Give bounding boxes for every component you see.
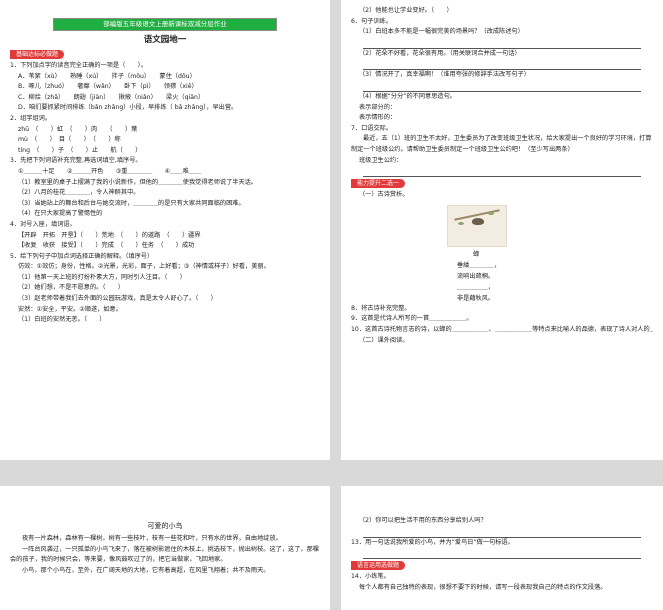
worksheet-page-3: 可爱的小鸟 夜有一片森林，森林有一棵树，树有一些枝叶，枝有一些花和叶，只有水的世… [0,486,330,610]
question-line: 班级卫生公约： [359,156,403,164]
question-line: （3）赵老师带着我们去外面的公园玩游戏，真是太令人舒心了。（ ） [18,295,217,303]
question-list: 1．下列加点字的读音完全正确的一项是（ ）。 A．苇絮（xù） 熟睡（xú） 拌子… [10,61,320,326]
poem-body: 蝉 垂緌＿＿＿＿， 流响出疏桐。 ＿＿＿＿＿， 非是藉秋风。 [351,249,653,304]
question-line: （1）他第一天上班的打扮朴素大方，同时引人注目。（ ） [18,273,186,281]
question-line: （4）在只大家提高了警惕性的 [18,210,103,218]
answer-line[interactable] [363,81,641,92]
question-list-c: （3）情况开了，真幸福啊！（谁用夸张的修辞手法改写句子） [351,70,653,81]
section-tag-language: 语言运用选做题 [351,561,406,571]
question-line: （2）他能也让学业变好。（ ） [359,7,453,14]
question-line: 14．小练笔。 [351,573,390,581]
cicada-figure [472,217,484,225]
question-line: ①＿＿＿十足 ②＿＿＿开色 ③重＿＿＿＿ ④＿＿难＿＿ [18,167,202,175]
question-line: 5．给下列句子中加点词选择正确的解释。（填序号） [10,252,154,260]
question-line: （4）根据“分分”的不同意思造句。 [359,92,456,100]
question-line: （3）情况开了，真幸福啊！（谁用夸张的修辞手法改写句子） [359,71,530,79]
question-line: 3．先把下列词语补充完整,再选词填空,填序号。 [10,157,142,165]
question-list-d: （4）根据“分分”的不同意思造句。 表示部分的： 表示情形的： 7．口语交际。最近，五… [351,92,653,166]
question-line: mù （ ） 目（ ） （ ）称 [18,136,121,144]
worksheet-page-1: 部编版五年级语文上册新课标双减分层作业 语文园地一 基础达标必做题 1．下列加点… [0,0,330,460]
question-line: 7．口语交际。 [351,124,393,132]
question-line: （1）白班的安然无恙。（ ） [18,316,106,324]
question-line: 10．这首古诗托物言志的诗，以蝉的＿＿＿＿＿＿、＿＿＿＿＿＿等特点来比喻人的品德… [351,325,653,333]
page-title: 语文园地一 [143,35,187,45]
question-line: （二）课外阅读。 [359,336,409,344]
answer-line[interactable] [363,59,641,71]
poem-line: 垂緌＿＿＿＿， [457,261,501,269]
question-list-a: （2）你可以把生活不用的东西分享给别人吗？ [351,516,653,527]
question-line: 表示情形的： [359,114,397,122]
section-tag-advanced: 能力提升二选一 [351,179,406,189]
passage-paragraph: 夜有一片森林，森林有一棵树，树有一些枝叶，枝有一些花和叶，只有水的世界，自由地绽… [22,535,282,542]
question-line: 2．组字组词。 [10,114,52,122]
question-line: C．柳烩（zhǎ） 朗翅（jiàn） 揪掖（niǎn） 梁火（qiān） [18,93,205,101]
passage-paragraph: 一阵台风袭过，一只孤单的小鸟飞来了，落在被树影遮住的木枝上，挑选枝下，抛出树枝。… [10,545,319,564]
poem-line: ＿＿＿＿＿， [457,283,495,291]
question-line: 4．对号入座，填词语。 [10,220,76,228]
question-list-e: 8．将古诗补充完整。 9．这首是代诗人所写的一首＿＿＿＿＿＿。 10．这首古诗托物言… [351,304,653,346]
question-line: （2）花朵不好看，花朵很有用。（用关联词合并成一句话） [359,49,521,57]
question-line: 【收复 收获 接受】（ ）完成 （ ）任务 （ ）成功 [18,242,195,250]
question-line: 13．用一句话说我所爱的小鸟，并为“爱鸟日”做一句标语。 [351,538,514,546]
question-line: tíng （ ）子 （ ）止 航（ ） [18,146,142,154]
passage-body: 夜有一片森林，森林有一棵树，树有一些枝叶，枝有一些花和叶，只有水的世界，自由地绽… [10,534,320,576]
worksheet-page-4: （2）你可以把生活不用的东西分享给别人吗？ 13．用一句话说我所爱的小鸟，并为“… [341,486,663,610]
prompt-paragraph: 最近，五（1）班的卫生不太好，卫生委员为了改变班级卫生状况，给大家提出一个良好的… [351,135,652,153]
poem-line: 非是藉秋风。 [457,294,495,302]
answer-line[interactable] [363,527,641,538]
answer-line[interactable] [363,548,641,560]
question-list-b: （2）花朵不好看，花朵很有用。（用关联词合并成一句话） [351,49,653,60]
poem-line: 流响出疏桐。 [457,272,495,280]
answer-line[interactable] [363,166,641,178]
question-line: （3）当她站上的舞台和后台与她交流时，＿＿＿＿的是只有大家共同面临的困难。 [18,199,245,207]
question-list-a: （2）他能也让学业变好。（ ） 6．句子训练。 （1）白班本多不能是一幅很完美的场景… [351,6,653,38]
section-tag-basic: 基础达标必做题 [10,50,65,59]
question-line: D．咱们要抓紧时间排练（bǎn zhǎng）小段，早排练（ bǎ zhǎng），… [18,104,238,112]
worksheet-page-2: （2）他能也让学业变好。（ ） 6．句子训练。 （1）白班本多不能是一幅很完美的场景… [341,0,663,460]
poem-lines: 垂緌＿＿＿＿， 流响出疏桐。 ＿＿＿＿＿， 非是藉秋风。 [457,260,653,304]
poem-illustration [447,204,507,247]
question-line: （2）她们想，不是不愿意的。（ ） [18,284,125,292]
subsection-heading: （一）古诗赏析。 [359,191,409,199]
question-list-c: 14．小练笔。每个人都有自己独特的表现，很想不要下的时候，请写一段表现我自己的特… [351,572,653,593]
question-line: 1．下列加点字的读音完全正确的一项是（ ）。 [10,62,147,69]
question-line: zhū （ ）虹 （ ）肉 （ ）葉 [18,125,138,133]
question-line: B．啄儿（zhuó） 奢靡（wǎn） 卧下（pì） 领襟（xiě） [18,83,198,91]
question-line: 仿效：①效仿；身份，性格。②光景，光彩，面子，上好看；③（神情或样子）好看，美丽… [18,263,270,271]
leaf-shape [458,221,464,225]
poem-title: 蝉 [473,250,480,258]
question-line: 每个人都有自己独特的表现，很想不要下的时候，请写一段表现我自己的特点的作文段落。 [359,583,607,591]
question-line: （2）你可以把生活不用的东西分享给别人吗？ [359,517,487,524]
question-line: 9．这首是代诗人所写的一首＿＿＿＿＿＿。 [351,315,473,323]
question-line: （1）教室里的桌子上摆满了我的小说新作，但他的＿＿＿＿使我觉得老师说了半天话。 [18,178,258,186]
question-line: （1）白班本多不能是一幅很完美的场景吗？（改成陈述句） [359,28,524,36]
question-line: 【开辟 开拓 开垦】（ ）荒地 （ ）的道路 （ ）疆界 [18,231,201,239]
question-line: 8．将古诗补充完整。 [351,304,411,312]
series-banner: 部编版五年级语文上册新课标双减分层作业 [53,18,277,31]
question-list-b: 13．用一句话说我所爱的小鸟，并为“爱鸟日”做一句标语。 [351,538,653,549]
question-line: 安然：①安全，平安。②顺遂，如意。 [18,305,122,313]
passage-paragraph: 小鸟，那个小鸟在，至外，在广阔天地的大地，它有着高超，在风里飞翔着；共不及雨天。 [22,566,270,574]
leaf-shape [488,211,494,215]
question-line: 6．句子训练。 [351,17,393,25]
passage-title: 可爱的小鸟 [147,522,183,530]
question-line: A．苇絮（xù） 熟睡（xú） 拌子（mǒu） 蒙住（dǒu） [18,72,196,80]
question-line: （2）八月的桂花＿＿＿＿，令人神醉其中。 [18,189,140,197]
answer-line[interactable] [363,38,641,49]
question-line: 表示部分的： [359,103,397,111]
